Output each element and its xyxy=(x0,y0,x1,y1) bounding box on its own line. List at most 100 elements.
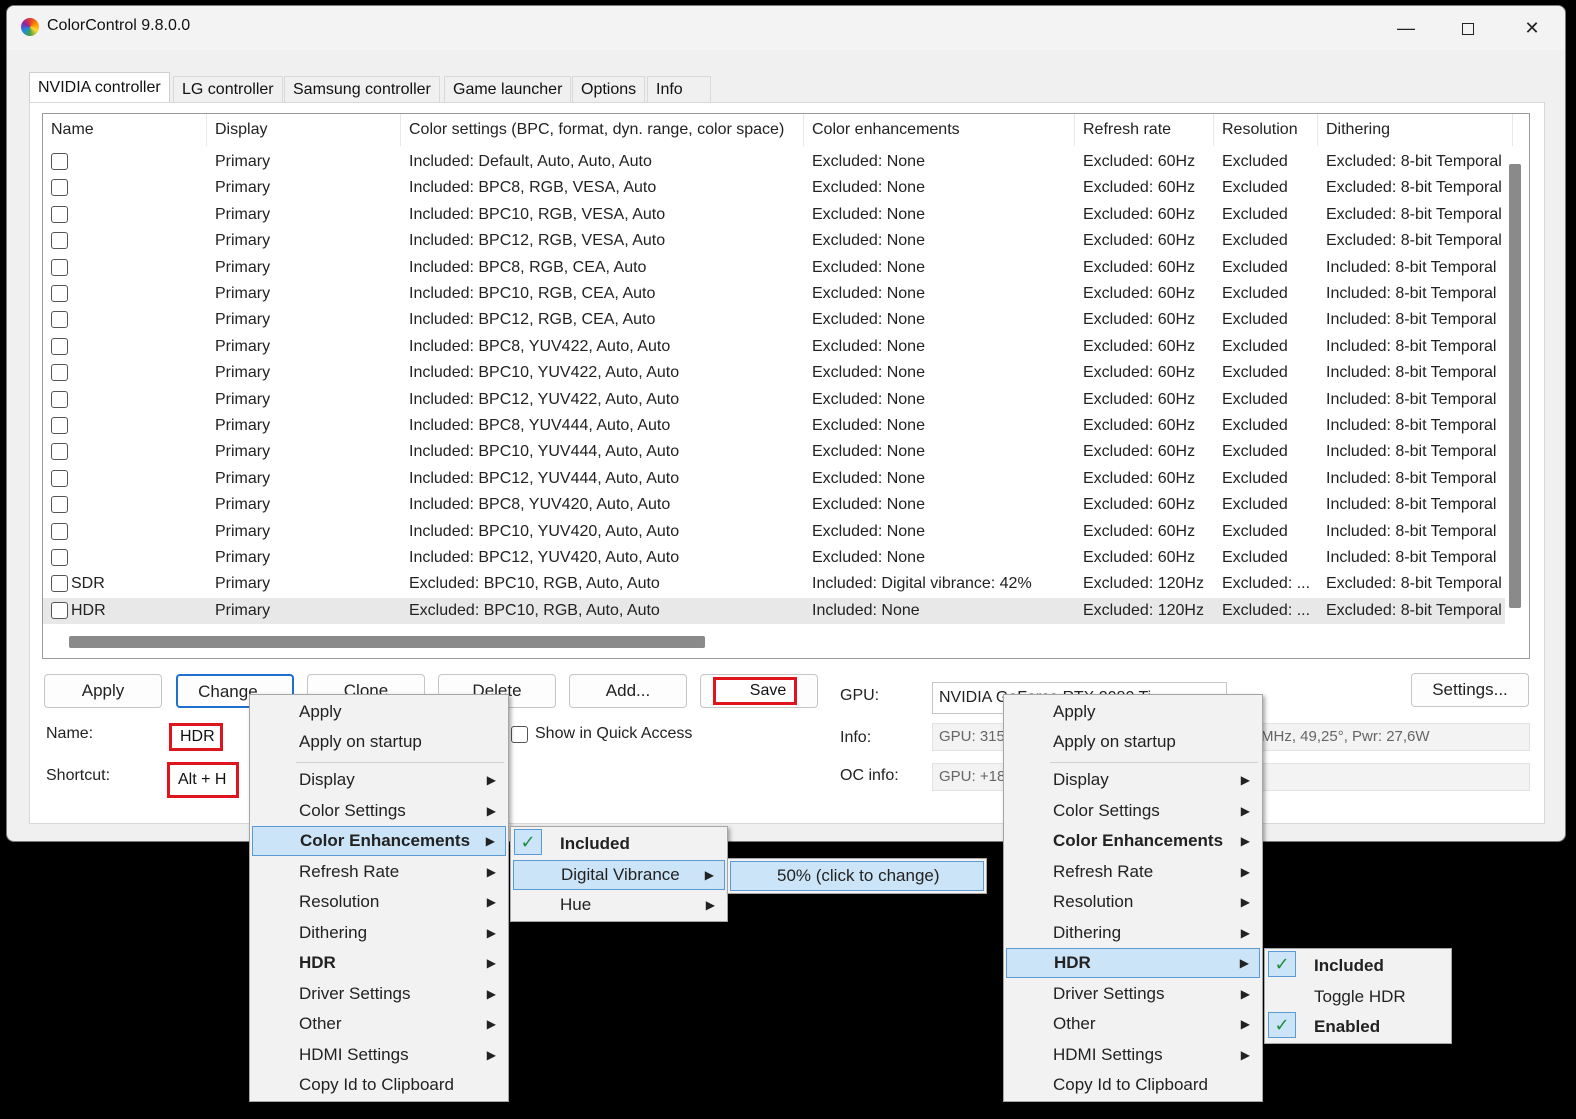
menu-item-apply[interactable]: Apply xyxy=(1006,697,1260,727)
horizontal-scrollbar[interactable] xyxy=(69,636,705,648)
table-cell-dither: Included: 8-bit Temporal xyxy=(1326,285,1497,302)
menu-item-hdmi-settings[interactable]: HDMI Settings ▶ xyxy=(252,1040,506,1070)
presets-grid: Name Display Color settings (BPC, format… xyxy=(42,113,1530,659)
table-cell-refresh: Excluded: 60Hz xyxy=(1083,549,1196,566)
table-row[interactable]: Primary Included: BPC8, YUV420, Auto, Aut… xyxy=(43,492,1505,518)
table-cell-name xyxy=(63,466,207,492)
table-cell-res: Excluded: ... xyxy=(1222,601,1311,619)
submenu-item-digital-vibrance[interactable]: Digital Vibrance ▶ xyxy=(513,860,725,890)
menu-item-refresh-rate[interactable]: Refresh Rate ▶ xyxy=(252,857,506,887)
column-header-dithering[interactable]: Dithering xyxy=(1318,114,1513,146)
menu-item-resolution[interactable]: Resolution ▶ xyxy=(252,887,506,917)
table-cell-refresh: Excluded: 60Hz xyxy=(1083,179,1196,197)
menu-item-display-label: Display xyxy=(1053,770,1109,789)
table-row[interactable]: Primary Included: BPC10, RGB, VESA, Auto E… xyxy=(43,202,1505,228)
add-button[interactable]: Add... xyxy=(569,674,687,708)
quick-access-checkbox[interactable] xyxy=(511,726,528,743)
menu-item-other[interactable]: Other ▶ xyxy=(252,1009,506,1039)
menu-item-color-enhancements[interactable]: Color Enhancements ▶ xyxy=(1006,826,1260,856)
table-cell-refresh: Excluded: 60Hz xyxy=(1083,364,1196,382)
menu-item-driver-settings[interactable]: Driver Settings ▶ xyxy=(1006,979,1260,1009)
column-header-display[interactable]: Display xyxy=(207,114,401,146)
submenu-item-included[interactable]: Included xyxy=(513,829,725,859)
table-cell-display: Primary xyxy=(215,337,271,355)
tab-info[interactable]: Info xyxy=(647,76,711,102)
table-row[interactable]: Primary Included: Default, Auto, Auto, Au… xyxy=(43,149,1505,175)
column-header-refresh-rate[interactable]: Refresh rate xyxy=(1075,114,1214,146)
column-header-name[interactable]: Name xyxy=(43,114,207,146)
close-icon[interactable]: ✕ xyxy=(1509,12,1555,44)
table-row[interactable]: Primary Included: BPC12, RGB, VESA, Auto E… xyxy=(43,228,1505,254)
tab-lg-controller[interactable]: LG controller xyxy=(173,76,283,102)
table-row[interactable]: HDR Primary Excluded: BPC10, RGB, Auto, Au… xyxy=(43,597,1505,624)
tab-options[interactable]: Options xyxy=(572,76,646,102)
maximize-icon[interactable] xyxy=(1445,12,1491,44)
menu-item-color-enhancements[interactable]: Color Enhancements ▶ xyxy=(252,826,506,856)
table-row[interactable]: Primary Included: BPC8, YUV444, Auto, Aut… xyxy=(43,413,1505,439)
table-cell-color: Included: BPC10, YUV444, Auto, Auto xyxy=(409,443,680,461)
column-header-color-enhancements[interactable]: Color enhancements xyxy=(804,114,1075,146)
menu-item-refresh-rate[interactable]: Refresh Rate ▶ xyxy=(1006,857,1260,887)
menu-item-color-settings[interactable]: Color Settings ▶ xyxy=(1006,796,1260,826)
menu-item-driver-settings[interactable]: Driver Settings ▶ xyxy=(252,979,506,1009)
vertical-scrollbar[interactable] xyxy=(1509,164,1521,608)
tab-nvidia-controller[interactable]: NVIDIA controller xyxy=(29,72,170,102)
tab-samsung-controller[interactable]: Samsung controller xyxy=(284,76,440,102)
table-row[interactable]: Primary Included: BPC10, YUV444, Auto, Au… xyxy=(43,439,1505,465)
menu-item-color-settings[interactable]: Color Settings ▶ xyxy=(252,796,506,826)
table-cell-dither: Excluded: 8-bit Temporal xyxy=(1326,179,1502,197)
menu-item-apply[interactable]: Apply xyxy=(252,697,506,727)
table-cell-display: Primary xyxy=(215,258,271,276)
menu-item-apply-on-startup[interactable]: Apply on startup xyxy=(1006,727,1260,757)
hdr-item-included[interactable]: Included xyxy=(1267,951,1449,981)
table-cell-name xyxy=(63,281,207,307)
table-row[interactable]: Primary Included: BPC10, YUV422, Auto, Au… xyxy=(43,360,1505,386)
vibrance-value-item[interactable]: 50% (click to change) xyxy=(730,861,984,891)
table-cell-name xyxy=(63,334,207,360)
window-title: ColorControl 9.8.0.0 xyxy=(47,17,191,34)
hdr-item-toggle[interactable]: Toggle HDR xyxy=(1267,982,1449,1012)
table-row[interactable]: Primary Included: BPC12, YUV444, Auto, Au… xyxy=(43,466,1505,492)
hdr-item-enabled[interactable]: Enabled xyxy=(1267,1012,1449,1042)
menu-item-display[interactable]: Display ▶ xyxy=(1006,765,1260,795)
minimize-icon[interactable]: — xyxy=(1383,12,1429,44)
table-row[interactable]: Primary Included: BPC8, YUV422, Auto, Aut… xyxy=(43,334,1505,360)
table-cell-res: Excluded xyxy=(1222,337,1288,355)
menu-item-apply-on-startup[interactable]: Apply on startup xyxy=(252,727,506,757)
table-cell-color: Included: BPC8, YUV444, Auto, Auto xyxy=(409,417,671,434)
menu-item-dithering[interactable]: Dithering ▶ xyxy=(1006,918,1260,948)
column-header-color-settings[interactable]: Color settings (BPC, format, dyn. range,… xyxy=(401,114,804,146)
menu-item-display[interactable]: Display ▶ xyxy=(252,765,506,795)
table-row[interactable]: Primary Included: BPC12, YUV422, Auto, Au… xyxy=(43,387,1505,413)
shortcut-input[interactable]: Alt + H xyxy=(167,762,239,798)
menu-item-copy-id[interactable]: Copy Id to Clipboard xyxy=(1006,1070,1260,1100)
table-cell-dither: Included: 8-bit Temporal xyxy=(1326,496,1497,514)
table-row[interactable]: Primary Included: BPC8, RGB, CEA, Auto Exc… xyxy=(43,255,1505,281)
settings-button[interactable]: Settings... xyxy=(1411,673,1529,707)
menu-item-hdmi-settings[interactable]: HDMI Settings ▶ xyxy=(1006,1040,1260,1070)
menu-item-other[interactable]: Other ▶ xyxy=(1006,1009,1260,1039)
table-row[interactable]: Primary Included: BPC12, YUV420, Auto, Au… xyxy=(43,545,1505,571)
table-row[interactable]: Primary Included: BPC8, RGB, VESA, Auto Ex… xyxy=(43,175,1505,201)
name-input[interactable]: HDR xyxy=(169,723,223,751)
table-cell-color: Included: BPC10, YUV420, Auto, Auto xyxy=(409,522,680,540)
table-cell-refresh: Excluded: 60Hz xyxy=(1083,311,1196,329)
table-row[interactable]: Primary Included: BPC10, YUV420, Auto, Au… xyxy=(43,519,1505,545)
table-row[interactable]: SDR Primary Excluded: BPC10, RGB, Auto, Au… xyxy=(43,571,1505,597)
table-cell-color: Included: BPC12, YUV422, Auto, Auto xyxy=(409,390,680,408)
menu-item-copy-id[interactable]: Copy Id to Clipboard xyxy=(252,1070,506,1100)
save-button[interactable]: Save xyxy=(713,677,797,705)
apply-button[interactable]: Apply xyxy=(44,674,162,708)
menu-item-hdr[interactable]: HDR ▶ xyxy=(252,948,506,978)
table-cell-display: Primary xyxy=(215,311,271,329)
table-row[interactable]: Primary Included: BPC12, RGB, CEA, Auto Ex… xyxy=(43,307,1505,333)
tab-game-launcher[interactable]: Game launcher xyxy=(444,76,572,102)
menu-item-resolution[interactable]: Resolution ▶ xyxy=(1006,887,1260,917)
menu-item-dithering[interactable]: Dithering ▶ xyxy=(252,918,506,948)
menu-item-hdr[interactable]: HDR ▶ xyxy=(1006,948,1260,978)
submenu-item-hue[interactable]: Hue ▶ xyxy=(513,890,725,920)
table-row[interactable]: Primary Included: BPC10, RGB, CEA, Auto Ex… xyxy=(43,281,1505,307)
table-cell-name xyxy=(63,202,207,228)
table-cell-dither: Excluded: 8-bit Temporal xyxy=(1326,153,1502,170)
column-header-resolution[interactable]: Resolution xyxy=(1214,114,1318,146)
